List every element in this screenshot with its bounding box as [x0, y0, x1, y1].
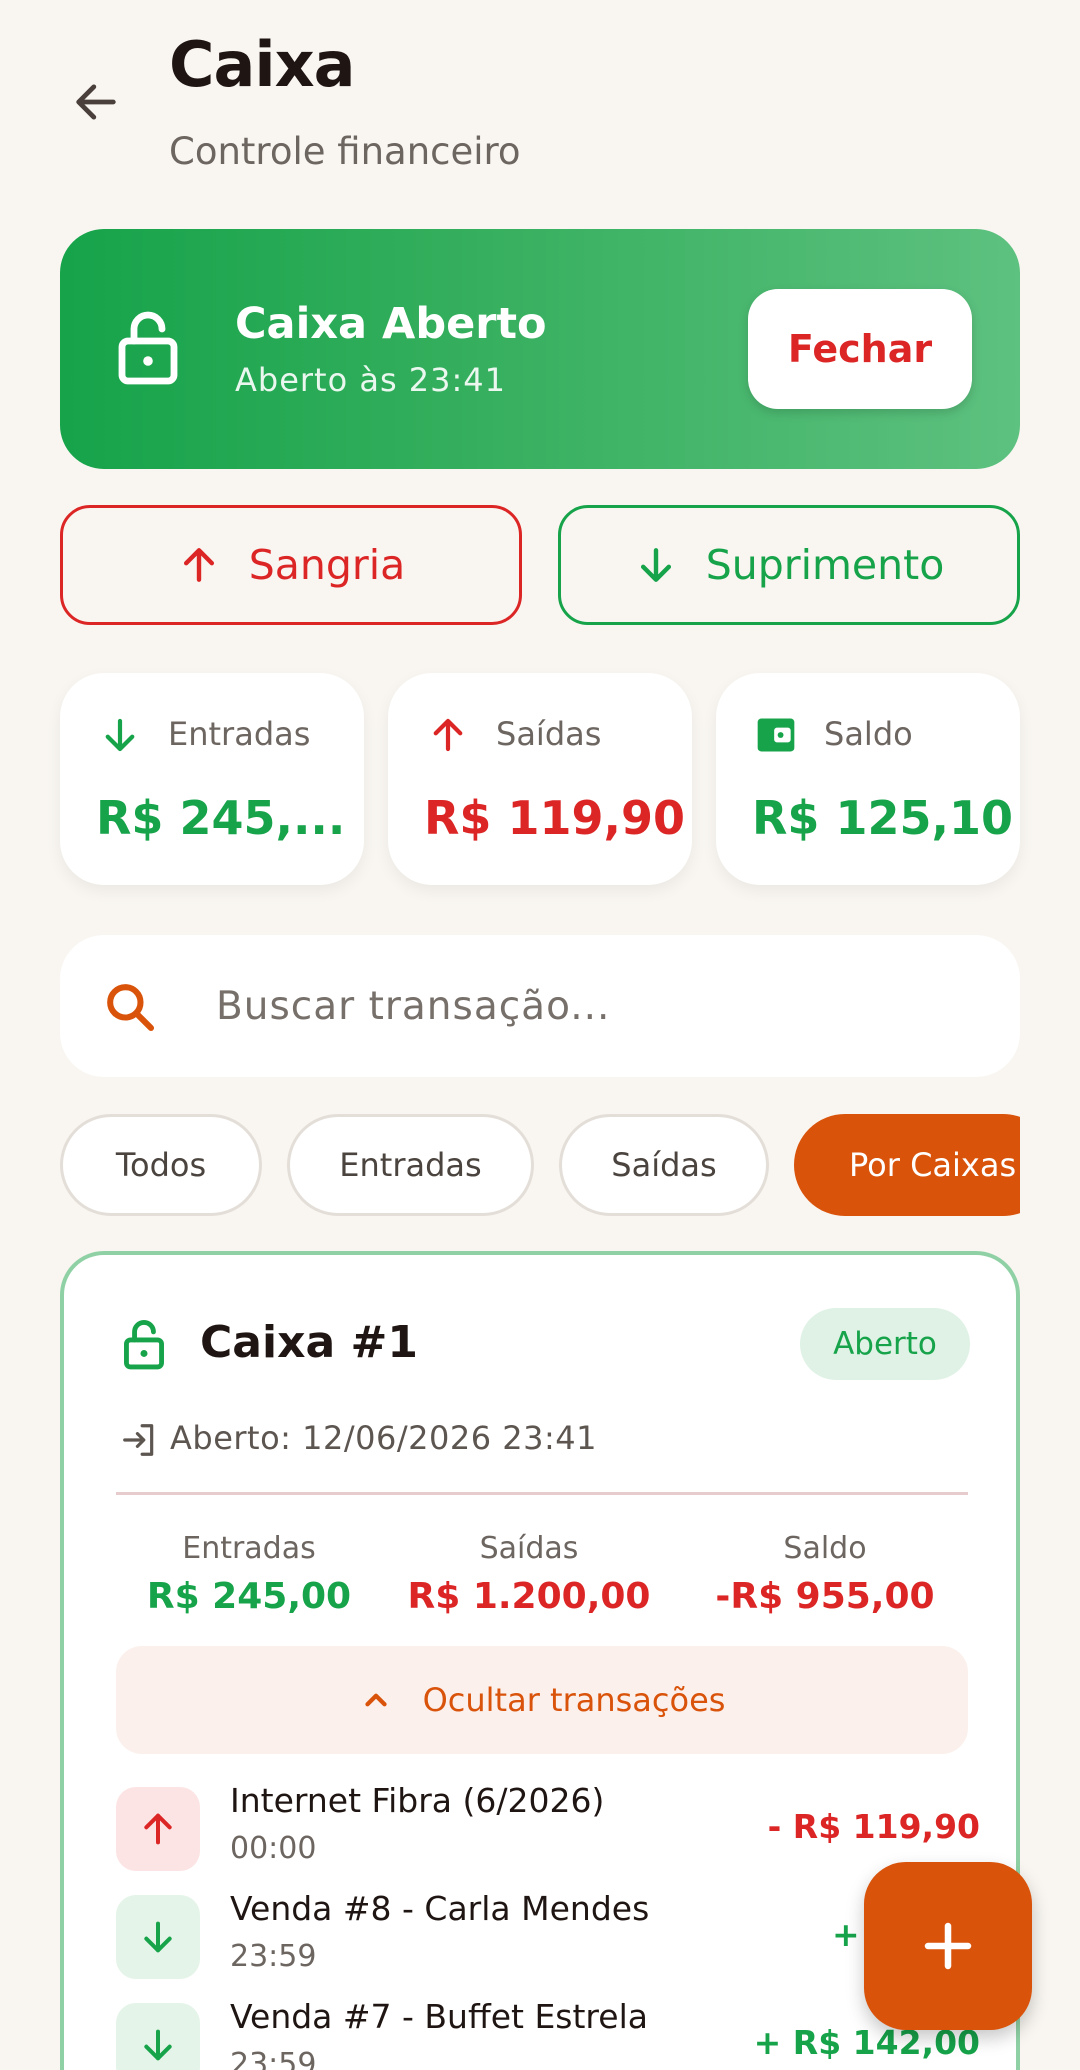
summary-label: Saldo — [824, 715, 913, 753]
arrow-up-icon — [183, 548, 214, 582]
arrow-left-icon — [76, 84, 116, 120]
transaction-time: 23:59 — [230, 2047, 317, 2070]
lock-open-icon — [124, 1319, 164, 1370]
chevron-up-icon — [364, 1693, 387, 1707]
sangria-label: Sangria — [248, 541, 406, 589]
transaction-time: 23:59 — [230, 1939, 317, 1974]
register-stat-entradas: Entradas R$ 245,00 — [104, 1531, 394, 1617]
stat-label: Saldo — [783, 1531, 867, 1566]
stat-label: Saídas — [479, 1531, 579, 1566]
register-stat-saidas: Saídas R$ 1.200,00 — [384, 1531, 674, 1617]
stat-value: R$ 245,00 — [146, 1576, 352, 1617]
arrow-down-icon — [640, 548, 671, 582]
filter-chip-saidas[interactable]: Saídas — [559, 1114, 769, 1216]
transaction-row[interactable]: Venda #7 - Buffet Estrela 23:59 + R$ 142… — [116, 1997, 980, 2070]
cash-status-card: Caixa Aberto Aberto às 23:41 Fechar — [60, 229, 1020, 469]
filter-chips: Todos Entradas Saídas Por Caixas — [60, 1114, 1020, 1216]
summary-card-saldo: Saldo R$ 125,10 — [716, 673, 1020, 885]
stat-value: -R$ 955,00 — [715, 1576, 935, 1617]
summary-card-entradas: Entradas R$ 245,... — [60, 673, 364, 885]
back-button[interactable] — [62, 68, 130, 136]
filter-chip-por-caixas[interactable]: Por Caixas — [794, 1114, 1020, 1216]
status-badge: Aberto — [800, 1308, 970, 1380]
summary-card-saidas: Saídas R$ 119,90 — [388, 673, 692, 885]
status-subtitle: Aberto às 23:41 — [235, 361, 507, 399]
summary-value: R$ 119,90 — [424, 791, 685, 845]
suprimento-button[interactable]: Suprimento — [558, 505, 1020, 625]
divider — [116, 1492, 968, 1495]
summary-value: R$ 245,... — [96, 791, 346, 845]
transaction-name: Venda #7 - Buffet Estrela — [230, 1997, 648, 2036]
suprimento-label: Suprimento — [705, 541, 945, 589]
search-bar — [60, 935, 1020, 1077]
transaction-amount: - R$ 119,90 — [767, 1807, 980, 1846]
add-transaction-button[interactable] — [864, 1862, 1032, 2030]
sangria-button[interactable]: Sangria — [60, 505, 522, 625]
login-icon — [123, 1424, 154, 1456]
lock-open-icon — [118, 311, 178, 385]
arrow-down-icon — [98, 713, 142, 757]
hide-transactions-toggle[interactable]: Ocultar transações — [116, 1646, 968, 1754]
transaction-row[interactable]: Venda #8 - Carla Mendes 23:59 + R$ 1 — [116, 1889, 976, 1985]
summary-value: R$ 125,10 — [752, 791, 1013, 845]
transaction-name: Internet Fibra (6/2026) — [230, 1781, 605, 1820]
page-title: Caixa — [169, 28, 355, 101]
wallet-icon — [754, 713, 798, 757]
transaction-row[interactable]: Internet Fibra (6/2026) 00:00 - R$ 119,9… — [116, 1781, 980, 1877]
arrow-down-icon — [116, 2003, 200, 2070]
stat-value: R$ 1.200,00 — [407, 1576, 651, 1617]
status-title: Caixa Aberto — [235, 299, 547, 349]
filter-chip-todos[interactable]: Todos — [60, 1114, 262, 1216]
arrow-up-icon — [426, 713, 470, 757]
stat-label: Entradas — [182, 1531, 316, 1566]
search-icon — [107, 984, 155, 1032]
plus-icon — [924, 1922, 972, 1970]
app-header: Caixa Controle financeiro — [0, 0, 1080, 200]
filter-chip-entradas[interactable]: Entradas — [287, 1114, 534, 1216]
arrow-down-icon — [116, 1895, 200, 1979]
opened-datetime: Aberto: 12/06/2026 23:41 — [170, 1419, 597, 1457]
search-input[interactable] — [216, 967, 976, 1045]
close-register-button[interactable]: Fechar — [748, 289, 972, 409]
register-stat-saldo: Saldo -R$ 955,00 — [680, 1531, 970, 1617]
summary-label: Entradas — [168, 715, 311, 753]
transaction-time: 00:00 — [230, 1831, 317, 1866]
page-subtitle: Controle financeiro — [169, 130, 521, 173]
transaction-name: Venda #8 - Carla Mendes — [230, 1889, 650, 1928]
toggle-label: Ocultar transações — [422, 1681, 726, 1719]
arrow-up-icon — [116, 1787, 200, 1871]
summary-label: Saídas — [496, 715, 602, 753]
cash-register-title: Caixa #1 — [200, 1317, 418, 1368]
